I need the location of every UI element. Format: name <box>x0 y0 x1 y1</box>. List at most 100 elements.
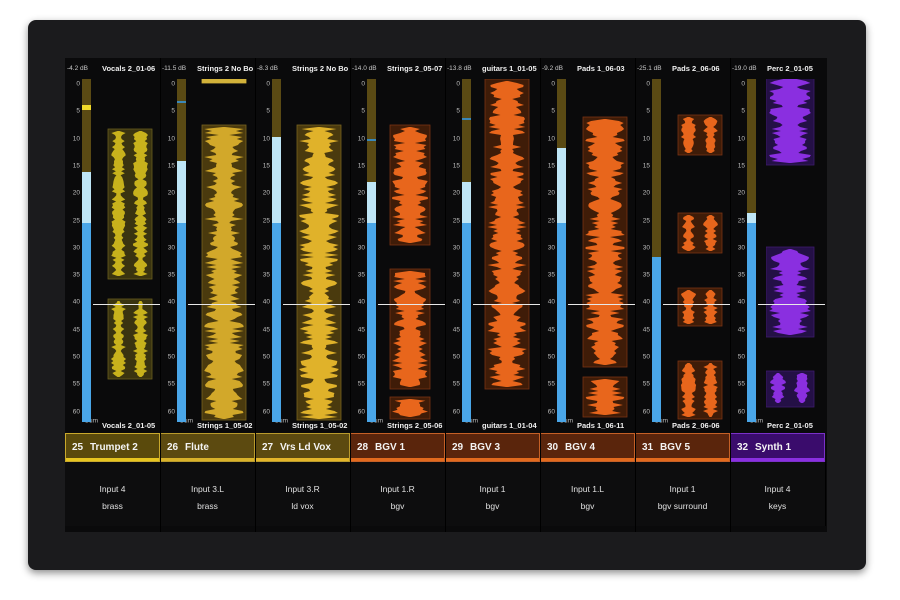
scale-tick-label: 45 <box>642 326 650 334</box>
channel-io-panel[interactable]: Input 1.R bgv <box>350 462 446 526</box>
scale-tick-label: 35 <box>262 271 270 279</box>
channel-number: 28 <box>357 442 369 453</box>
scale-tick-label: 0 <box>266 80 270 88</box>
waveform-track[interactable] <box>291 79 348 422</box>
scale-tick-label: 35 <box>167 271 175 279</box>
waveform-track[interactable] <box>196 79 253 422</box>
channel-strip[interactable]: -9.2 dB Pads 1_06-03 0 5 10 15 20 25 30 35 40 45 5… <box>540 58 636 532</box>
bottom-clip-name: Strings 2_05-06 <box>387 421 443 430</box>
channel-name: Vrs Ld Vox <box>280 442 331 453</box>
scale-tick-label: 10 <box>167 135 175 143</box>
channel-color-bar <box>351 458 444 461</box>
scale-tick-label: 40 <box>642 298 650 306</box>
fader-line[interactable] <box>568 304 635 305</box>
scale-tick-label: 40 <box>72 298 80 306</box>
channel-strip[interactable]: -25.1 dB Pads 2_06-06 0 5 10 15 20 25 30 35 40 45… <box>635 58 731 532</box>
channel-name-tab[interactable]: 30 BGV 4 <box>540 433 635 462</box>
fader-line[interactable] <box>283 304 350 305</box>
channel-strip[interactable]: -13.8 dB guitars 1_01-05 0 5 10 15 20 25 30 35 4… <box>445 58 541 532</box>
meter-headroom-fill <box>367 181 376 224</box>
channel-strip[interactable]: -11.5 dB Strings 2 No Bo 0 5 10 15 20 25 30 35 4… <box>160 58 256 532</box>
meter-headroom-fill <box>82 171 91 224</box>
top-clip-name: Strings 2 No Bo <box>197 64 253 73</box>
channel-io-panel[interactable]: Input 3.L brass <box>160 462 256 526</box>
waveform-track[interactable] <box>576 79 633 422</box>
scale-tick-label: 15 <box>72 162 80 170</box>
waveform-track[interactable] <box>101 79 158 422</box>
scale-tick-label: 60 <box>262 408 270 416</box>
fader-line[interactable] <box>378 304 445 305</box>
channel-io-panel[interactable]: Input 4 keys <box>730 462 826 526</box>
scale-tick-label: 15 <box>167 162 175 170</box>
channel-number: 29 <box>452 442 464 453</box>
meter-track <box>462 79 471 182</box>
channel-group-label: brass <box>197 501 218 511</box>
fader-line[interactable] <box>93 304 160 305</box>
channel-strip[interactable]: -14.0 dB Strings 2_05-07 0 5 10 15 20 25 30 35 4… <box>350 58 446 532</box>
scale-tick-label: 5 <box>456 107 460 115</box>
channel-name-tab[interactable]: 29 BGV 3 <box>445 433 540 462</box>
scale-tick-label: 55 <box>547 380 555 388</box>
scale-tick-label: 45 <box>357 326 365 334</box>
scale-tick-label: 0 <box>741 80 745 88</box>
scale-tick-label: 15 <box>642 162 650 170</box>
meter-peak-readout: -4.2 dB <box>67 65 88 72</box>
channel-number: 31 <box>642 442 654 453</box>
scale-tick-label: 45 <box>72 326 80 334</box>
waveform-track[interactable] <box>671 79 728 422</box>
meter-peak-readout: -11.5 dB <box>162 65 187 72</box>
channel-color-bar <box>636 458 729 461</box>
waveform-shape <box>680 363 697 417</box>
channel-io-panel[interactable]: Input 3.R ld vox <box>255 462 351 526</box>
fader-line[interactable] <box>473 304 540 305</box>
channel-input-label: Input 3.L <box>190 484 225 494</box>
channel-name-tab[interactable]: 26 Flute <box>160 433 255 462</box>
meter-headroom-fill <box>177 161 186 224</box>
scale-tick-label: 30 <box>547 244 555 252</box>
channel-name-tab[interactable]: 27 Vrs Ld Vox <box>255 433 350 462</box>
waveform-track[interactable] <box>386 79 443 422</box>
channel-strip[interactable]: -19.0 dB Perc 2_01-05 0 5 10 15 20 25 30 35 40 45… <box>730 58 826 532</box>
channel-io-panel[interactable]: Input 1 bgv <box>445 462 541 526</box>
waveform-track[interactable] <box>766 79 823 422</box>
channel-strip[interactable]: -8.3 dB Strings 2 No Bo 0 5 10 15 20 25 30 35 40… <box>255 58 351 532</box>
fader-line[interactable] <box>758 304 825 305</box>
meter-track <box>272 79 281 138</box>
fader-line[interactable] <box>188 304 255 305</box>
meter-scale: 0 5 10 15 20 25 30 35 40 45 50 55 60 Sum <box>540 78 573 425</box>
meter-track <box>177 79 186 162</box>
meter-track <box>367 79 376 182</box>
meter-scale: 0 5 10 15 20 25 30 35 40 45 50 55 60 Sum <box>730 78 763 425</box>
scale-tick-label: 60 <box>72 408 80 416</box>
meter-peak-readout: -25.1 dB <box>637 65 662 72</box>
scale-tick-label: 50 <box>642 353 650 361</box>
scale-tick-label: 45 <box>547 326 555 334</box>
meter-scale: 0 5 10 15 20 25 30 35 40 45 50 55 60 Sum <box>635 78 668 425</box>
scale-tick-label: 15 <box>452 162 460 170</box>
channel-io-panel[interactable]: Input 1.L bgv <box>540 462 636 526</box>
scale-tick-label: 40 <box>262 298 270 306</box>
scale-tick-label: 25 <box>547 217 555 224</box>
mixer-screen: -4.2 dB Vocals 2_01-06 0 5 10 15 20 25 30 35 40 4… <box>65 58 827 532</box>
channel-strip[interactable]: -4.2 dB Vocals 2_01-06 0 5 10 15 20 25 30 35 40 4… <box>65 58 161 532</box>
meter-level-fill <box>272 223 281 422</box>
meter-peak-indicator <box>82 104 91 110</box>
channel-color-bar <box>446 458 539 461</box>
channel-name-tab[interactable]: 25 Trumpet 2 <box>65 433 160 462</box>
waveform-canvas <box>677 114 723 420</box>
channel-name: BGV 1 <box>375 442 406 453</box>
scale-tick-label: 50 <box>452 353 460 361</box>
scale-tick-label: 60 <box>452 408 460 416</box>
channel-io-panel[interactable]: Input 4 brass <box>65 462 161 526</box>
waveform-track[interactable] <box>481 79 538 422</box>
fader-line[interactable] <box>663 304 730 305</box>
channel-name-tab[interactable]: 28 BGV 1 <box>350 433 445 462</box>
channel-color-bar <box>541 458 634 461</box>
meter-headroom-fill <box>272 137 281 224</box>
channel-name-tab[interactable]: 32 Synth 1 <box>730 433 825 462</box>
channel-name-tab[interactable]: 31 BGV 5 <box>635 433 730 462</box>
scale-tick-label: 60 <box>642 408 650 416</box>
scale-tick-label: 10 <box>72 135 80 143</box>
scale-tick-label: 5 <box>551 107 555 115</box>
channel-io-panel[interactable]: Input 1 bgv surround <box>635 462 731 526</box>
